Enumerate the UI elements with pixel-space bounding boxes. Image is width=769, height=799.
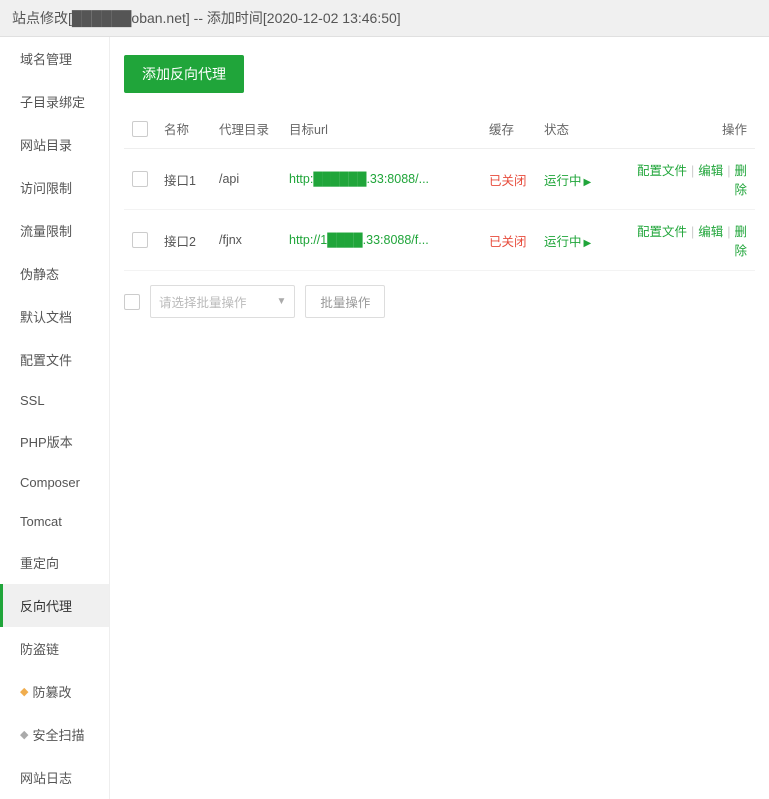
row-checkbox[interactable] <box>132 171 148 187</box>
sidebar-item-13[interactable]: 反向代理 <box>0 584 109 627</box>
col-ops: 操作 <box>626 109 755 149</box>
bulk-select-checkbox[interactable] <box>124 294 140 310</box>
play-icon: ▶ <box>584 238 592 249</box>
delete-link[interactable]: 删除 <box>734 225 747 258</box>
main-panel: 添加反向代理 名称 代理目录 目标url 缓存 状态 操作 接口1/api htt… <box>110 37 769 799</box>
sidebar-item-label: 访问限制 <box>20 178 72 197</box>
sidebar-item-label: 网站日志 <box>20 768 72 787</box>
cell-dir: /fjnx <box>211 210 281 271</box>
sidebar-item-label: SSL <box>20 393 45 408</box>
sidebar-item-6[interactable]: 默认文档 <box>0 295 109 338</box>
sidebar-item-12[interactable]: 重定向 <box>0 541 109 584</box>
sidebar-item-16[interactable]: ◆ 安全扫描 <box>0 713 109 756</box>
config-link[interactable]: 配置文件 <box>637 164 687 178</box>
sidebar-item-14[interactable]: 防盗链 <box>0 627 109 670</box>
table-row: 接口2/fjnx http://1████.33:8088/f... 已关闭运行中▶… <box>124 210 755 271</box>
play-icon: ▶ <box>584 177 592 188</box>
sidebar-item-label: 重定向 <box>20 553 59 572</box>
sidebar-item-2[interactable]: 网站目录 <box>0 123 109 166</box>
sidebar-item-5[interactable]: 伪静态 <box>0 252 109 295</box>
sidebar-item-label: 安全扫描 <box>32 725 84 744</box>
chevron-down-icon: ▼ <box>277 296 287 307</box>
row-checkbox[interactable] <box>132 232 148 248</box>
sidebar: 域名管理子目录绑定网站目录访问限制流量限制伪静态默认文档配置文件 SSL PHP版本… <box>0 37 110 799</box>
cell-state: 运行中▶ <box>536 210 626 271</box>
sidebar-item-label: Tomcat <box>20 514 62 529</box>
col-dir: 代理目录 <box>211 109 281 149</box>
sidebar-item-17[interactable]: 网站日志 <box>0 756 109 799</box>
cell-ops: 配置文件|编辑|删除 <box>626 210 755 271</box>
col-cache: 缓存 <box>481 109 536 149</box>
url-link[interactable]: http://1████.33:8088/f... <box>289 233 429 247</box>
cell-ops: 配置文件|编辑|删除 <box>626 149 755 210</box>
cell-state: 运行中▶ <box>536 149 626 210</box>
sidebar-item-label: 反向代理 <box>20 596 72 615</box>
sidebar-item-15[interactable]: ◆ 防篡改 <box>0 670 109 713</box>
cell-dir: /api <box>211 149 281 210</box>
sidebar-item-9[interactable]: PHP版本 <box>0 420 109 463</box>
cell-url: http://1████.33:8088/f... <box>281 210 481 271</box>
bulk-select-placeholder: 请选择批量操作 <box>159 292 247 311</box>
sidebar-item-label: 防篡改 <box>32 682 71 701</box>
cell-cache: 已关闭 <box>481 210 536 271</box>
sidebar-item-label: 配置文件 <box>20 350 72 369</box>
sidebar-item-0[interactable]: 域名管理 <box>0 37 109 80</box>
bulk-action-button[interactable]: 批量操作 <box>305 285 385 318</box>
sidebar-item-label: 防盗链 <box>20 639 59 658</box>
sidebar-item-label: 伪静态 <box>20 264 59 283</box>
cell-url: http:██████.33:8088/... <box>281 149 481 210</box>
cell-name: 接口1 <box>156 149 211 210</box>
col-name: 名称 <box>156 109 211 149</box>
gem-icon: ◆ <box>20 685 28 698</box>
sidebar-item-label: Composer <box>20 475 80 490</box>
window-title: 站点修改[██████oban.net] -- 添加时间[2020-12-02 … <box>0 0 769 37</box>
sidebar-item-1[interactable]: 子目录绑定 <box>0 80 109 123</box>
sidebar-item-label: 域名管理 <box>20 49 72 68</box>
proxy-table: 名称 代理目录 目标url 缓存 状态 操作 接口1/api http:█████… <box>124 109 755 271</box>
gem-icon: ◆ <box>20 728 28 741</box>
sidebar-item-label: 默认文档 <box>20 307 72 326</box>
add-reverse-proxy-button[interactable]: 添加反向代理 <box>124 55 244 93</box>
sidebar-item-label: 流量限制 <box>20 221 72 240</box>
cell-name: 接口2 <box>156 210 211 271</box>
config-link[interactable]: 配置文件 <box>637 225 687 239</box>
sidebar-item-label: PHP版本 <box>20 432 73 451</box>
sidebar-item-8[interactable]: SSL <box>0 381 109 420</box>
delete-link[interactable]: 删除 <box>734 164 747 197</box>
sidebar-item-7[interactable]: 配置文件 <box>0 338 109 381</box>
select-all-checkbox[interactable] <box>132 121 148 137</box>
col-url: 目标url <box>281 109 481 149</box>
sidebar-item-label: 网站目录 <box>20 135 72 154</box>
sidebar-item-4[interactable]: 流量限制 <box>0 209 109 252</box>
bulk-action-select[interactable]: 请选择批量操作 ▼ <box>150 285 295 318</box>
cell-cache: 已关闭 <box>481 149 536 210</box>
sidebar-item-3[interactable]: 访问限制 <box>0 166 109 209</box>
sidebar-item-label: 子目录绑定 <box>20 92 85 111</box>
edit-link[interactable]: 编辑 <box>698 164 723 178</box>
col-state: 状态 <box>536 109 626 149</box>
sidebar-item-11[interactable]: Tomcat <box>0 502 109 541</box>
edit-link[interactable]: 编辑 <box>698 225 723 239</box>
sidebar-item-10[interactable]: Composer <box>0 463 109 502</box>
url-link[interactable]: http:██████.33:8088/... <box>289 172 429 186</box>
table-row: 接口1/apihttp:██████.33:8088/...已关闭运行中▶配置文… <box>124 149 755 210</box>
